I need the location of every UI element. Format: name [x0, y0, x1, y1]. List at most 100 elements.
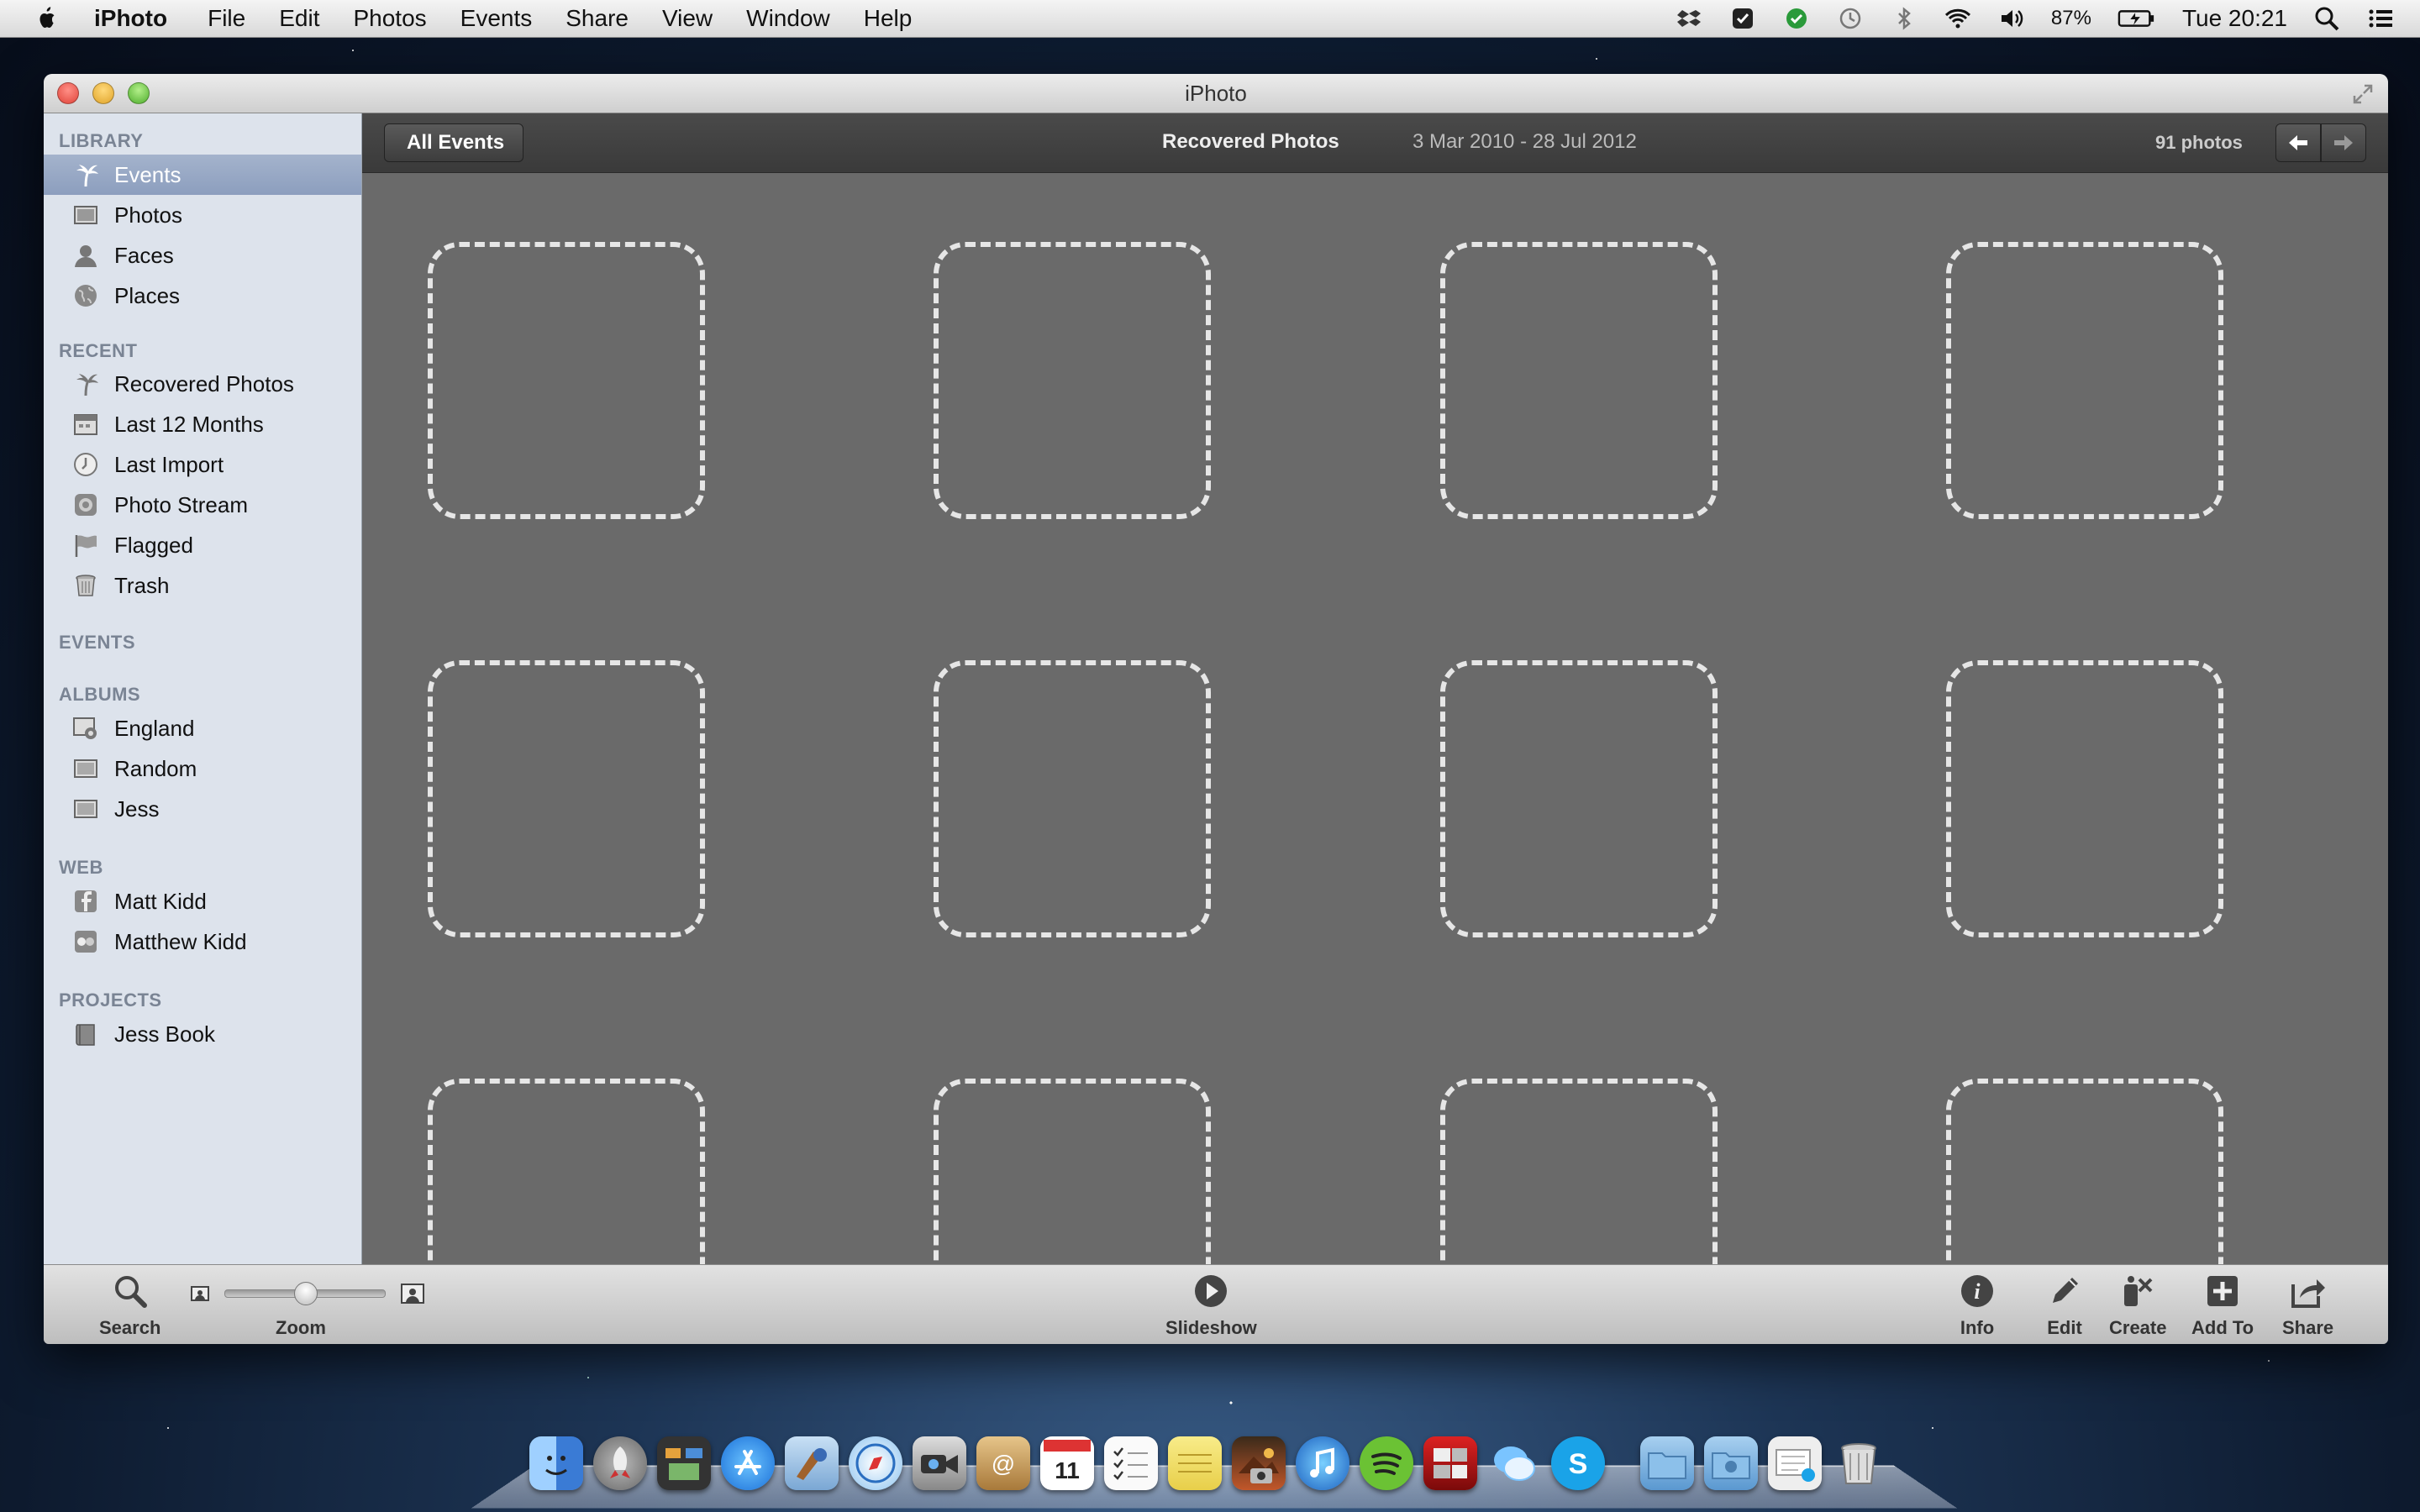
all-events-button[interactable]: All Events: [384, 123, 524, 162]
menu-view[interactable]: View: [662, 5, 713, 32]
notification-center-icon[interactable]: [2366, 4, 2395, 33]
next-event-button[interactable]: [2321, 123, 2366, 162]
photo-placeholder[interactable]: [1946, 1079, 2223, 1264]
sidebar-item-matthew-kidd[interactable]: Matthew Kidd: [44, 921, 361, 962]
reminders-icon[interactable]: [1104, 1436, 1158, 1490]
messages-icon[interactable]: [1487, 1436, 1541, 1490]
sidebar-item-photos[interactable]: Photos: [44, 195, 361, 235]
finder-icon[interactable]: [529, 1436, 583, 1490]
sidebar-item-jess[interactable]: Jess: [44, 789, 361, 829]
photo-placeholder[interactable]: [934, 660, 1211, 937]
apple-menu-icon[interactable]: [30, 4, 64, 33]
battery-icon[interactable]: [2117, 4, 2157, 33]
sidebar-item-random[interactable]: Random: [44, 748, 361, 789]
photo-placeholder[interactable]: [1440, 242, 1718, 519]
sidebar-item-flagged[interactable]: Flagged: [44, 525, 361, 565]
volume-icon[interactable]: [1997, 4, 2026, 33]
previous-event-button[interactable]: [2275, 123, 2321, 162]
dock: @ 11 S: [471, 1428, 1958, 1512]
photo-placeholder[interactable]: [1946, 242, 2223, 519]
preview-icon[interactable]: [785, 1436, 839, 1490]
mission-control-icon[interactable]: [657, 1436, 711, 1490]
menu-clock[interactable]: Tue 20:21: [2182, 5, 2287, 32]
edit-button[interactable]: Edit: [2044, 1270, 2086, 1339]
flag-icon: [72, 532, 99, 559]
menu-share[interactable]: Share: [566, 5, 629, 32]
skype-icon[interactable]: S: [1551, 1436, 1605, 1490]
iphoto-icon[interactable]: [1232, 1436, 1286, 1490]
sync-status-icon[interactable]: [1782, 4, 1811, 33]
menu-file[interactable]: File: [208, 5, 245, 32]
photo-placeholder[interactable]: [428, 660, 705, 937]
edit-label: Edit: [2047, 1317, 2082, 1338]
photo-placeholder[interactable]: [428, 242, 705, 519]
itunes-icon[interactable]: [1296, 1436, 1349, 1490]
minimize-window-button[interactable]: [92, 82, 114, 104]
zoom-slider[interactable]: [224, 1282, 386, 1305]
sidebar-item-trash[interactable]: Trash: [44, 565, 361, 606]
section-header-events[interactable]: EVENTS: [59, 632, 135, 654]
photo-placeholder[interactable]: [934, 242, 1211, 519]
photo-placeholder[interactable]: [1440, 1079, 1718, 1264]
sidebar-item-places[interactable]: Places: [44, 276, 361, 316]
safari-icon[interactable]: [849, 1436, 902, 1490]
menu-events[interactable]: Events: [460, 5, 533, 32]
sidebar-item-matt-kidd[interactable]: Matt Kidd: [44, 881, 361, 921]
spotlight-icon[interactable]: [2312, 4, 2341, 33]
facetime-icon[interactable]: [913, 1436, 966, 1490]
sidebar-item-label: Trash: [114, 572, 170, 598]
evernote-status-icon[interactable]: [1728, 4, 1757, 33]
sidebar-item-photo-stream[interactable]: Photo Stream: [44, 485, 361, 525]
bluetooth-icon[interactable]: [1890, 4, 1918, 33]
contacts-icon[interactable]: @: [976, 1436, 1030, 1490]
add-to-label: Add To: [2191, 1317, 2254, 1338]
menu-edit[interactable]: Edit: [279, 5, 319, 32]
slideshow-label: Slideshow: [1165, 1317, 1257, 1338]
menu-window[interactable]: Window: [746, 5, 830, 32]
launchpad-icon[interactable]: [593, 1436, 647, 1490]
app-store-icon[interactable]: [721, 1436, 775, 1490]
slideshow-button[interactable]: Slideshow: [1165, 1270, 1257, 1339]
photo-placeholder[interactable]: [1946, 660, 2223, 937]
time-machine-icon[interactable]: [1836, 4, 1865, 33]
trash-icon[interactable]: [1832, 1436, 1886, 1490]
photo-placeholder[interactable]: [1440, 660, 1718, 937]
search-button[interactable]: Search: [99, 1270, 160, 1339]
photo-booth-icon[interactable]: [1423, 1436, 1477, 1490]
fullscreen-icon[interactable]: [2351, 82, 2375, 106]
sidebar-item-jess-book[interactable]: Jess Book: [44, 1014, 361, 1054]
share-button[interactable]: Share: [2282, 1270, 2333, 1339]
sidebar-item-events[interactable]: Events: [44, 155, 361, 195]
menu-help[interactable]: Help: [864, 5, 913, 32]
sidebar-item-label: Photo Stream: [114, 491, 248, 517]
zoom-slider-knob[interactable]: [294, 1282, 318, 1305]
photo-placeholder[interactable]: [428, 1079, 705, 1264]
dropbox-status-icon[interactable]: [1675, 4, 1703, 33]
small-photo-icon: [191, 1286, 209, 1301]
sidebar-item-last-import[interactable]: Last Import: [44, 444, 361, 485]
zoom-control: [191, 1282, 424, 1305]
sidebar-item-label: Last Import: [114, 451, 224, 477]
window-titlebar[interactable]: iPhoto: [44, 74, 2388, 113]
documents-folder-icon[interactable]: [1704, 1436, 1758, 1490]
sidebar-item-last-12-months[interactable]: Last 12 Months: [44, 404, 361, 444]
sidebar-item-faces[interactable]: Faces: [44, 235, 361, 276]
info-label: Info: [1960, 1317, 1995, 1338]
create-button[interactable]: Create: [2109, 1270, 2166, 1339]
spotify-icon[interactable]: [1360, 1436, 1413, 1490]
close-window-button[interactable]: [57, 82, 79, 104]
zoom-window-button[interactable]: [128, 82, 150, 104]
sidebar-item-recovered-photos[interactable]: Recovered Photos: [44, 364, 361, 404]
sidebar-item-label: England: [114, 715, 195, 741]
wifi-icon[interactable]: [1944, 4, 1972, 33]
menu-photos[interactable]: Photos: [353, 5, 426, 32]
calendar-icon[interactable]: 11: [1040, 1436, 1094, 1490]
photo-placeholder[interactable]: [934, 1079, 1211, 1264]
add-to-button[interactable]: Add To: [2191, 1270, 2254, 1339]
downloads-stack-icon[interactable]: [1768, 1436, 1822, 1490]
notes-icon[interactable]: [1168, 1436, 1222, 1490]
sidebar-item-england[interactable]: England: [44, 708, 361, 748]
applications-folder-icon[interactable]: [1640, 1436, 1694, 1490]
menu-app-name[interactable]: iPhoto: [94, 5, 167, 32]
info-button[interactable]: i Info: [1956, 1270, 1998, 1339]
